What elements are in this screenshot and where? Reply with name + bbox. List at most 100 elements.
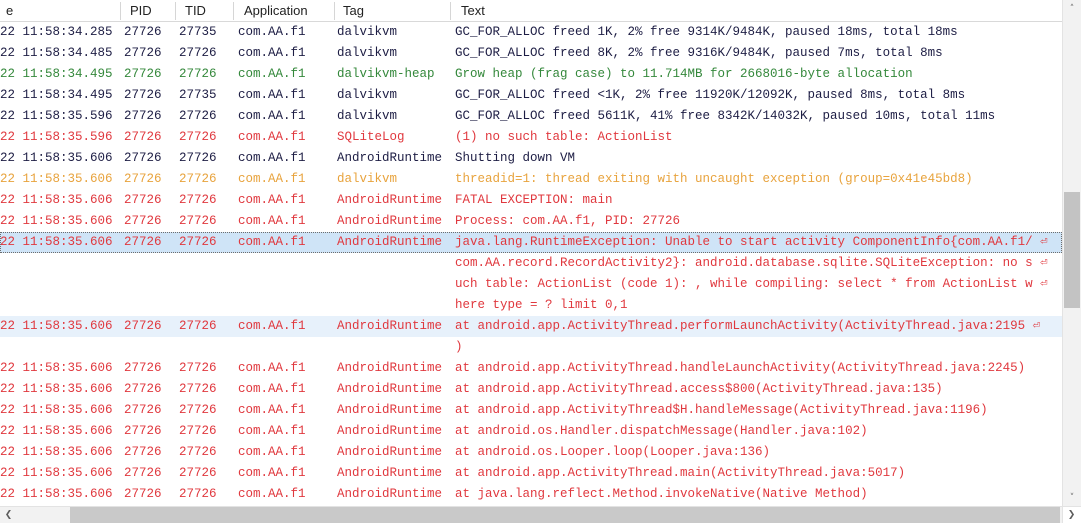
log-cell-tid: 27726 — [179, 445, 217, 459]
log-row[interactable]: 22 11:58:35.596 27726 27726 com.AA.f1 dalvik… — [0, 106, 1062, 127]
log-row[interactable]: 22 11:58:34.485 27726 27726 com.AA.f1 dalvik… — [0, 43, 1062, 64]
log-row[interactable]: 22 11:58:35.606 27726 27726 com.AA.f1 Androi… — [0, 484, 1062, 505]
log-cell-tid: 27726 — [179, 466, 217, 480]
column-divider-1[interactable] — [175, 2, 176, 20]
column-header-time[interactable]: e — [0, 0, 118, 21]
log-cell-tag: AndroidRuntime — [337, 382, 443, 396]
log-cell-time: 22 11:58:34.485 — [0, 46, 113, 60]
log-row[interactable]: ) — [0, 337, 1062, 358]
log-cell-tid: 27726 — [179, 361, 217, 375]
column-header-pid[interactable]: PID — [124, 0, 174, 21]
log-cell-time: 22 11:58:35.606 — [0, 193, 113, 207]
log-row[interactable]: 22 11:58:34.285 27726 27735 com.AA.f1 dalvik… — [0, 22, 1062, 43]
log-row[interactable]: 22 11:58:35.606 27726 27726 com.AA.f1 Androi… — [0, 148, 1062, 169]
log-cell-time: 22 11:58:35.606 — [0, 487, 113, 501]
log-cell-text: at android.app.ActivityThread.performLau… — [455, 319, 1041, 333]
log-cell-text: com.AA.record.RecordActivity2}: android.… — [455, 256, 1048, 270]
horizontal-scrollbar[interactable]: ❮ — [0, 506, 1062, 523]
log-row[interactable]: com.AA.record.RecordActivity2}: android.… — [0, 253, 1062, 274]
log-cell-tid: 27726 — [179, 130, 217, 144]
log-row[interactable]: 22 11:58:35.606 27726 27726 com.AA.f1 Androi… — [0, 211, 1062, 232]
log-row[interactable]: 22 11:58:35.606 27726 27726 com.AA.f1 Androi… — [0, 442, 1062, 463]
log-cell-tag: SQLiteLog — [337, 130, 405, 144]
column-header-app[interactable]: Application — [238, 0, 332, 21]
log-cell-text: java.lang.RuntimeException: Unable to st… — [455, 235, 1048, 249]
log-cell-tag: AndroidRuntime — [337, 403, 443, 417]
log-cell-app: com.AA.f1 — [238, 25, 306, 39]
log-cell-app: com.AA.f1 — [238, 193, 306, 207]
logcat-panel: e PID TID Application Tag Text 22 11:58:34.28… — [0, 0, 1081, 523]
log-cell-text: Grow heap (frag case) to 11.714MB for 26… — [455, 67, 913, 81]
log-row[interactable]: 22 11:58:35.606 27726 27726 com.AA.f1 Androi… — [0, 421, 1062, 442]
log-row[interactable]: 22 11:58:35.606 27726 27726 com.AA.f1 Androi… — [0, 232, 1062, 253]
log-cell-time: 22 11:58:35.606 — [0, 466, 113, 480]
column-header-tag[interactable]: Tag — [337, 0, 447, 21]
log-cell-app: com.AA.f1 — [238, 88, 306, 102]
log-cell-time: 22 11:58:35.606 — [0, 151, 113, 165]
log-row[interactable]: 22 11:58:34.495 27726 27735 com.AA.f1 dalvik… — [0, 85, 1062, 106]
log-cell-time: 22 11:58:35.606 — [0, 382, 113, 396]
log-cell-tag: AndroidRuntime — [337, 487, 443, 501]
log-cell-pid — [124, 274, 174, 295]
log-cell-tag: AndroidRuntime — [337, 214, 443, 228]
log-cell-time: 22 11:58:35.606 — [0, 403, 113, 417]
log-cell-app: com.AA.f1 — [238, 487, 306, 501]
log-row[interactable]: 22 11:58:35.606 27726 27726 com.AA.f1 Androi… — [0, 463, 1062, 484]
column-header-text[interactable]: Text — [455, 0, 1055, 21]
log-cell-tag: AndroidRuntime — [337, 193, 443, 207]
log-cell-time — [0, 274, 118, 295]
vertical-scrollbar-thumb[interactable] — [1064, 192, 1080, 308]
column-header-tid[interactable]: TID — [179, 0, 231, 21]
scroll-down-arrow-icon[interactable]: ˅ — [1063, 489, 1081, 507]
scroll-right-arrow-icon[interactable]: ❯ — [1063, 507, 1080, 523]
log-cell-pid: 27726 — [124, 214, 162, 228]
log-cell-tid: 27726 — [179, 319, 217, 333]
log-row[interactable]: here type = ? limit 0,1 — [0, 295, 1062, 316]
log-cell-time: 22 11:58:35.606 — [0, 361, 113, 375]
log-cell-time: 22 11:58:34.495 — [0, 67, 113, 81]
log-cell-pid: 27726 — [124, 361, 162, 375]
log-cell-app: com.AA.f1 — [238, 424, 306, 438]
scroll-left-arrow-icon[interactable]: ❮ — [0, 507, 17, 523]
log-row[interactable]: 22 11:58:35.606 27726 27726 com.AA.f1 Androi… — [0, 358, 1062, 379]
log-cell-tag — [337, 253, 447, 274]
log-cell-tid: 27726 — [179, 46, 217, 60]
log-cell-tid — [179, 337, 231, 358]
log-cell-tag — [337, 274, 447, 295]
log-cell-pid: 27726 — [124, 88, 162, 102]
log-cell-text: here type = ? limit 0,1 — [455, 298, 628, 312]
log-cell-tid: 27726 — [179, 403, 217, 417]
log-cell-tag: AndroidRuntime — [337, 151, 443, 165]
log-cell-text: GC_FOR_ALLOC freed 1K, 2% free 9314K/948… — [455, 25, 958, 39]
log-cell-tag: dalvikvm-heap — [337, 67, 435, 81]
log-row[interactable]: 22 11:58:35.606 27726 27726 com.AA.f1 Androi… — [0, 316, 1062, 337]
log-cell-text: FATAL EXCEPTION: main — [455, 193, 613, 207]
log-cell-pid: 27726 — [124, 193, 162, 207]
column-divider-4[interactable] — [450, 2, 451, 20]
log-row[interactable]: 22 11:58:35.606 27726 27726 com.AA.f1 dalvik… — [0, 169, 1062, 190]
horizontal-scrollbar-thumb[interactable] — [70, 507, 1060, 523]
column-divider-0[interactable] — [120, 2, 121, 20]
log-cell-pid: 27726 — [124, 403, 162, 417]
column-divider-3[interactable] — [334, 2, 335, 20]
vertical-scrollbar[interactable]: ˄ ˅ — [1062, 0, 1081, 507]
log-cell-time: 22 11:58:35.606 — [0, 214, 113, 228]
log-cell-pid — [124, 295, 174, 316]
scroll-up-arrow-icon[interactable]: ˄ — [1063, 0, 1081, 18]
log-rows-viewport[interactable]: 22 11:58:34.285 27726 27735 com.AA.f1 dalvik… — [0, 22, 1062, 507]
log-cell-time: 22 11:58:34.285 — [0, 25, 113, 39]
log-cell-tid: 27726 — [179, 214, 217, 228]
log-row[interactable]: 22 11:58:34.495 27726 27726 com.AA.f1 dalvik… — [0, 64, 1062, 85]
log-row[interactable]: 22 11:58:35.606 27726 27726 com.AA.f1 Androi… — [0, 379, 1062, 400]
log-row[interactable]: uch table: ActionList (code 1): , while … — [0, 274, 1062, 295]
log-cell-pid: 27726 — [124, 67, 162, 81]
log-row[interactable]: 22 11:58:35.606 27726 27726 com.AA.f1 Androi… — [0, 190, 1062, 211]
log-cell-text: GC_FOR_ALLOC freed <1K, 2% free 11920K/1… — [455, 88, 966, 102]
column-divider-2[interactable] — [233, 2, 234, 20]
log-row[interactable]: 22 11:58:35.596 27726 27726 com.AA.f1 SQLite… — [0, 127, 1062, 148]
log-cell-app — [238, 295, 332, 316]
log-cell-tid: 27726 — [179, 109, 217, 123]
log-row[interactable]: 22 11:58:35.606 27726 27726 com.AA.f1 Androi… — [0, 400, 1062, 421]
log-cell-time: 22 11:58:35.596 — [0, 130, 113, 144]
log-cell-tid — [179, 295, 231, 316]
